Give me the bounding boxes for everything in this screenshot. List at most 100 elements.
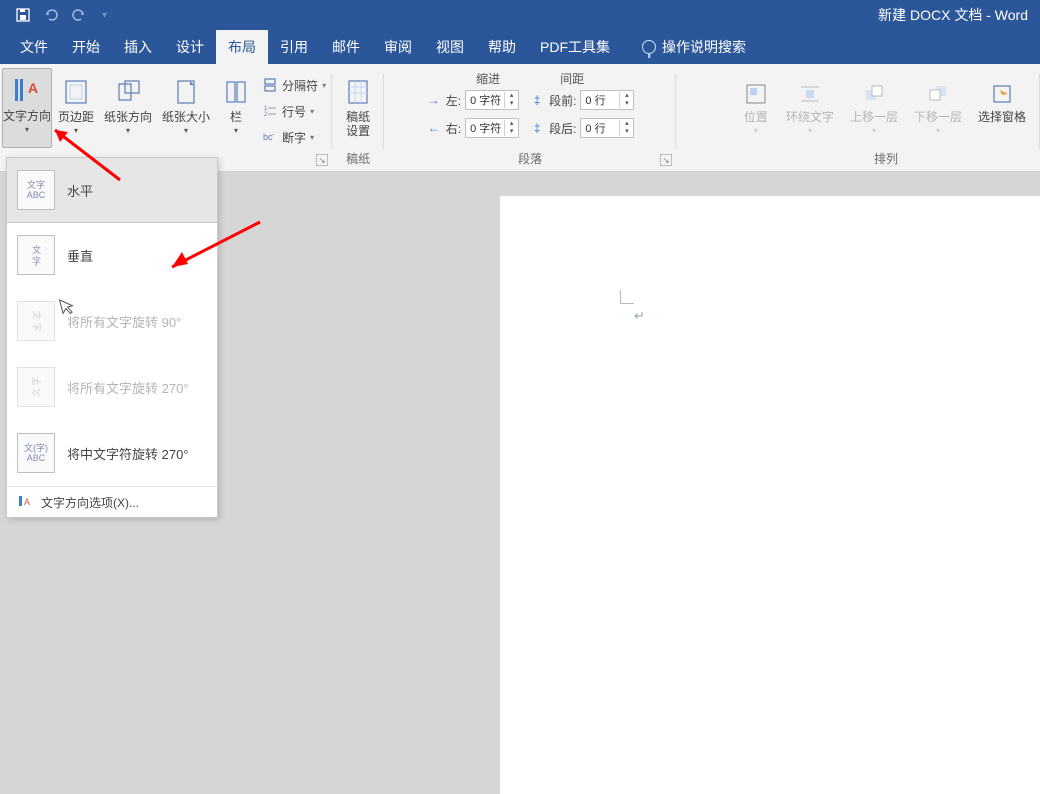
tab-references[interactable]: 引用 — [268, 30, 320, 64]
spacing-after-spinner[interactable]: ▴▾ — [580, 118, 634, 138]
indent-left-input[interactable] — [466, 94, 504, 106]
bring-forward-icon — [860, 80, 888, 108]
tab-mailings[interactable]: 邮件 — [320, 30, 372, 64]
page-setup-small-buttons: 分隔符 ▾ 12 行号 ▾ bc- 断字 ▾ — [262, 68, 326, 148]
group-label-genko: 稿纸 — [332, 150, 384, 167]
genko-icon — [342, 76, 374, 108]
page-size-icon — [170, 76, 202, 108]
dd-cjk270-label: 将中文字符旋转 270° — [67, 444, 189, 463]
tab-view[interactable]: 视图 — [424, 30, 476, 64]
spacing-header: 间距 — [560, 70, 584, 87]
dd-rotate270-label: 将所有文字旋转 270° — [67, 378, 189, 397]
breaks-icon — [262, 77, 278, 93]
tab-insert[interactable]: 插入 — [112, 30, 164, 64]
spacing-before-label: 段前: — [549, 92, 576, 109]
page-setup-launcher-icon[interactable]: ↘ — [316, 154, 328, 166]
tell-me-search[interactable]: 操作说明搜索 — [630, 30, 758, 64]
dd-rotate90-label: 将所有文字旋转 90° — [67, 312, 181, 331]
columns-label: 栏 — [230, 110, 242, 124]
size-label: 纸张大小 — [162, 110, 210, 124]
dd-rotate90: 文 字 将所有文字旋转 90° — [7, 288, 217, 354]
tab-review[interactable]: 审阅 — [372, 30, 424, 64]
line-numbers-label: 行号 — [282, 103, 306, 120]
spacing-after-icon: ‡ — [529, 121, 545, 135]
breaks-label: 分隔符 — [282, 77, 318, 94]
annotation-arrow-2 — [160, 212, 270, 282]
hyphenation-label: 断字 — [282, 129, 306, 146]
wrap-label: 环绕文字 — [786, 110, 834, 124]
margin-corner-icon — [620, 286, 638, 304]
hyphenation-icon: bc- — [262, 129, 278, 145]
tab-layout[interactable]: 布局 — [216, 30, 268, 64]
window-title: 新建 DOCX 文档 - Word — [878, 5, 1040, 25]
cjk270-thumb-icon: 文(字) ABC — [17, 433, 55, 473]
forward-button[interactable]: 上移一层 ▾ — [846, 78, 902, 137]
tab-file[interactable]: 文件 — [8, 30, 60, 64]
save-icon[interactable] — [14, 6, 32, 24]
chevron-down-icon: ▾ — [808, 126, 812, 135]
chevron-down-icon: ▾ — [25, 125, 29, 134]
svg-text:A: A — [28, 80, 38, 96]
selection-pane-label: 选择窗格 — [978, 110, 1026, 124]
spacing-before-input[interactable] — [581, 94, 619, 106]
spacing-after-label: 段后: — [549, 120, 576, 137]
lightbulb-icon — [642, 40, 656, 54]
dd-rotate270: 文 字 将所有文字旋转 270° — [7, 354, 217, 420]
svg-text:2: 2 — [264, 112, 268, 118]
columns-icon — [220, 76, 252, 108]
send-backward-icon — [924, 80, 952, 108]
indent-left-icon: → — [426, 93, 442, 107]
wrap-icon — [796, 80, 824, 108]
svg-text:-: - — [272, 132, 275, 139]
paragraph-mark-icon: ↵ — [634, 308, 645, 324]
undo-icon[interactable] — [42, 6, 60, 24]
size-button[interactable]: 纸张大小 ▾ — [158, 68, 214, 148]
selection-pane-button[interactable]: 选择窗格 — [974, 78, 1030, 137]
forward-label: 上移一层 — [850, 110, 898, 124]
position-button[interactable]: 位置 ▾ — [738, 78, 774, 137]
spacing-before-spinner[interactable]: ▴▾ — [580, 90, 634, 110]
indent-left-row: → 左: ▴▾ — [426, 89, 519, 111]
backward-label: 下移一层 — [914, 110, 962, 124]
tab-help[interactable]: 帮助 — [476, 30, 528, 64]
line-numbers-icon: 12 — [262, 103, 278, 119]
indent-right-row: ← 右: ▴▾ — [426, 117, 519, 139]
line-numbers-button[interactable]: 12 行号 ▾ — [262, 100, 326, 122]
indent-right-input[interactable] — [466, 122, 504, 134]
indent-right-spinner[interactable]: ▴▾ — [465, 118, 519, 138]
columns-button[interactable]: 栏 ▾ — [216, 68, 256, 148]
genko-settings-button[interactable]: 稿纸 设置 — [338, 68, 378, 140]
chevron-down-icon: ▾ — [936, 126, 940, 135]
wrap-button[interactable]: 环绕文字 ▾ — [782, 78, 838, 137]
chevron-down-icon: ▾ — [872, 126, 876, 135]
rotate270-thumb-icon: 文 字 — [17, 367, 55, 407]
text-direction-icon: A — [11, 75, 43, 107]
rotate90-thumb-icon: 文 字 — [17, 301, 55, 341]
position-label: 位置 — [744, 110, 768, 124]
indent-left-spinner[interactable]: ▴▾ — [465, 90, 519, 110]
dd-cjk270[interactable]: 文(字) ABC 将中文字符旋转 270° — [7, 420, 217, 486]
redo-icon[interactable] — [70, 6, 88, 24]
chevron-down-icon: ▾ — [754, 126, 758, 135]
hyphenation-button[interactable]: bc- 断字 ▾ — [262, 126, 326, 148]
orientation-icon — [112, 76, 144, 108]
title-bar: ▾ 新建 DOCX 文档 - Word — [0, 0, 1040, 30]
qat-customize-icon[interactable]: ▾ — [102, 10, 107, 21]
spacing-after-input[interactable] — [581, 122, 619, 134]
tab-pdf[interactable]: PDF工具集 — [528, 30, 622, 64]
annotation-arrow-1 — [40, 120, 130, 190]
genko-label: 稿纸 设置 — [346, 110, 370, 138]
indent-header: 缩进 — [476, 70, 500, 87]
tab-design[interactable]: 设计 — [164, 30, 216, 64]
backward-button[interactable]: 下移一层 ▾ — [910, 78, 966, 137]
tab-home[interactable]: 开始 — [60, 30, 112, 64]
spacing-before-row: ‡ 段前: ▴▾ — [529, 89, 634, 111]
tell-me-label: 操作说明搜索 — [662, 37, 746, 57]
group-arrange: 位置 ▾ 环绕文字 ▾ 上移一层 ▾ 下移一层 ▾ 选择窗格 — [732, 64, 1040, 171]
breaks-button[interactable]: 分隔符 ▾ — [262, 74, 326, 96]
spacing-before-icon: ‡ — [529, 93, 545, 107]
quick-access-toolbar: ▾ — [0, 6, 107, 24]
document-page[interactable]: ↵ — [500, 196, 1040, 794]
chevron-down-icon: ▾ — [184, 126, 188, 135]
dd-options[interactable]: A 文字方向选项(X)... — [7, 487, 217, 517]
